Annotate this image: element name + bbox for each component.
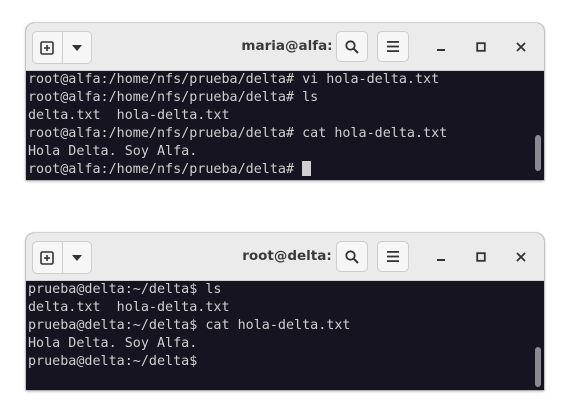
- new-tab-button[interactable]: [33, 242, 62, 273]
- search-icon: [345, 249, 359, 264]
- minimize-icon: [437, 259, 445, 261]
- terminal-prompt-line: root@alfa:/home/nfs/prueba/delta#: [28, 161, 544, 179]
- hamburger-menu-icon: [387, 41, 399, 52]
- terminal-output[interactable]: prueba@delta:~/delta$ ls delta.txt hola-…: [26, 281, 544, 390]
- terminal-line: delta.txt hola-delta.txt: [28, 108, 230, 123]
- terminal-output[interactable]: root@alfa:/home/nfs/prueba/delta# vi hol…: [26, 71, 544, 180]
- close-button[interactable]: [509, 245, 533, 269]
- new-tab-icon: [40, 250, 55, 265]
- new-tab-split-button: [32, 31, 92, 64]
- maximize-button[interactable]: [469, 35, 493, 59]
- new-tab-dropdown-button[interactable]: [61, 242, 92, 273]
- terminal-line: delta.txt hola-delta.txt: [28, 300, 230, 315]
- text-cursor: [302, 161, 312, 176]
- maximize-button[interactable]: [469, 245, 493, 269]
- scrollbar-thumb[interactable]: [535, 135, 541, 171]
- terminal-window-delta: root@delta: ~ prueba@delta:~/delta$ ls d…: [26, 233, 544, 390]
- terminal-line: Hola Delta. Soy Alfa.: [28, 144, 198, 159]
- maximize-icon: [476, 42, 486, 52]
- minimize-icon: [437, 49, 445, 51]
- scrollbar-thumb[interactable]: [535, 347, 541, 387]
- terminal-line: root@alfa:/home/nfs/prueba/delta# cat ho…: [28, 126, 448, 141]
- close-button[interactable]: [509, 35, 533, 59]
- minimize-button[interactable]: [429, 245, 453, 269]
- search-button[interactable]: [336, 241, 368, 272]
- new-tab-icon: [40, 40, 55, 55]
- terminal-prompt-line: prueba@delta:~/delta$: [28, 354, 198, 369]
- new-tab-dropdown-button[interactable]: [61, 32, 92, 63]
- menu-button[interactable]: [377, 31, 409, 62]
- menu-button[interactable]: [377, 241, 409, 272]
- search-button[interactable]: [336, 31, 368, 62]
- window-title: maria@alfa: ~: [241, 38, 349, 54]
- terminal-prompt: root@alfa:/home/nfs/prueba/delta#: [28, 162, 295, 177]
- window-title: root@delta: ~: [242, 248, 348, 264]
- close-icon: [516, 42, 526, 52]
- header-bar: maria@alfa: ~: [26, 23, 544, 71]
- terminal-line: root@alfa:/home/nfs/prueba/delta# ls: [28, 90, 319, 105]
- terminal-line: Hola Delta. Soy Alfa.: [28, 336, 198, 351]
- terminal-window-alfa: maria@alfa: ~ root@alfa:/home/nfs/prueba…: [26, 23, 544, 180]
- search-icon: [345, 39, 359, 54]
- hamburger-menu-icon: [387, 251, 399, 262]
- minimize-button[interactable]: [429, 35, 453, 59]
- terminal-line: prueba@delta:~/delta$ ls: [28, 282, 222, 297]
- chevron-down-icon: [71, 254, 82, 261]
- terminal-line: prueba@delta:~/delta$ cat hola-delta.txt: [28, 318, 351, 333]
- header-bar: root@delta: ~: [26, 233, 544, 281]
- close-icon: [516, 252, 526, 262]
- terminal-line: root@alfa:/home/nfs/prueba/delta# vi hol…: [28, 72, 440, 87]
- new-tab-split-button: [32, 241, 92, 274]
- maximize-icon: [476, 252, 486, 262]
- chevron-down-icon: [71, 44, 82, 51]
- new-tab-button[interactable]: [33, 32, 62, 63]
